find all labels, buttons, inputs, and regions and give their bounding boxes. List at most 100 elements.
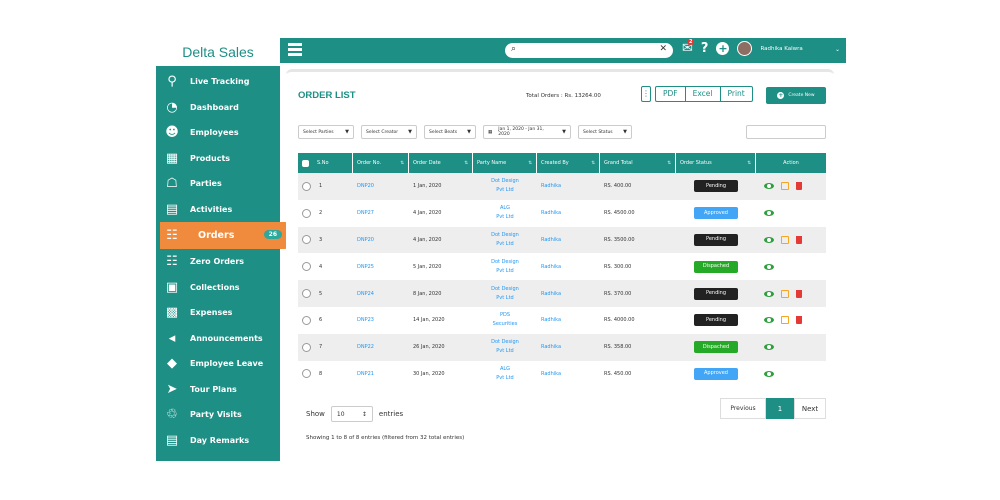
created-by-link[interactable]: Radhika bbox=[537, 253, 600, 280]
sidebar-item-dashboard[interactable]: ◔ Dashboard bbox=[156, 95, 280, 121]
created-by-link[interactable]: Radhika bbox=[537, 227, 600, 254]
sidebar-item-employee-leave[interactable]: ◆ Employee Leave bbox=[156, 351, 280, 377]
add-icon[interactable]: + bbox=[716, 42, 730, 55]
sidebar-item-tour-plans[interactable]: ➤ Tour Plans bbox=[156, 377, 280, 403]
sidebar-item-collections[interactable]: ▣ Collections bbox=[156, 275, 280, 301]
sort-icon[interactable]: ⇅ bbox=[747, 161, 751, 166]
party-name-link[interactable]: Dot Design Pvt Ltd bbox=[473, 253, 537, 280]
page-1-button[interactable]: 1 bbox=[766, 398, 794, 419]
status-select[interactable]: Select Status ▼ bbox=[578, 125, 632, 139]
user-name[interactable]: Radhika Kalwra bbox=[760, 46, 802, 52]
sidebar-item-party-visits[interactable]: ♲ Party Visits bbox=[156, 402, 280, 428]
column-header[interactable]: S.No bbox=[298, 153, 353, 173]
edit-icon[interactable] bbox=[781, 235, 789, 244]
row-select-radio[interactable] bbox=[302, 315, 311, 325]
help-icon[interactable]: ? bbox=[701, 41, 709, 56]
page-size-select[interactable]: 10 ↕ bbox=[330, 406, 373, 422]
status-badge[interactable]: Pending bbox=[694, 233, 738, 246]
view-icon[interactable] bbox=[764, 210, 774, 217]
search-input[interactable]: ⌕ ✕ bbox=[505, 43, 673, 58]
order-no-link[interactable]: DNP20 bbox=[353, 173, 409, 200]
excel-button[interactable]: Excel bbox=[685, 86, 721, 102]
sort-icon[interactable]: ⇅ bbox=[667, 161, 671, 166]
order-no-link[interactable]: DNP25 bbox=[353, 253, 409, 280]
sort-icon[interactable]: ⇅ bbox=[591, 161, 595, 166]
parties-select[interactable]: Select Parties ▼ bbox=[298, 125, 354, 139]
order-no-link[interactable]: DNP20 bbox=[353, 227, 409, 254]
sort-icon[interactable]: ⇅ bbox=[400, 161, 404, 166]
column-header[interactable]: Party Name ⇅ bbox=[473, 153, 537, 173]
view-icon[interactable] bbox=[764, 317, 774, 324]
party-name-link[interactable]: ALG Pvt Ltd bbox=[473, 200, 537, 227]
created-by-link[interactable]: Radhika bbox=[537, 334, 600, 361]
create-new-button[interactable]: + Create New bbox=[766, 87, 826, 104]
sort-icon[interactable]: ⇅ bbox=[528, 161, 532, 166]
column-header[interactable]: Created By ⇅ bbox=[537, 153, 600, 173]
chevron-down-icon[interactable]: ⌄ bbox=[835, 46, 840, 53]
view-icon[interactable] bbox=[764, 183, 774, 190]
edit-icon[interactable] bbox=[781, 316, 789, 325]
delete-icon[interactable] bbox=[796, 182, 802, 191]
sidebar-item-orders[interactable]: ☷ Orders 26 bbox=[160, 222, 288, 249]
status-badge[interactable]: Dispached bbox=[694, 341, 738, 354]
notification-icon[interactable]: ✉ 2 bbox=[682, 39, 695, 56]
delete-icon[interactable] bbox=[796, 235, 802, 244]
avatar[interactable] bbox=[737, 41, 753, 56]
created-by-link[interactable]: Radhika bbox=[537, 361, 600, 388]
row-select-radio[interactable] bbox=[302, 289, 311, 299]
menu-icon[interactable] bbox=[288, 43, 302, 56]
column-header[interactable]: Action bbox=[756, 153, 826, 173]
sidebar-item-activities[interactable]: ▤ Activities bbox=[156, 197, 280, 223]
sidebar-item-live-tracking[interactable]: ⚲ Live Tracking bbox=[156, 69, 280, 95]
sidebar-item-day-remarks[interactable]: ▤ Day Remarks bbox=[156, 428, 280, 454]
created-by-link[interactable]: Radhika bbox=[537, 173, 600, 200]
creator-select[interactable]: Select Creator ▼ bbox=[361, 125, 417, 139]
edit-icon[interactable] bbox=[781, 182, 789, 191]
created-by-link[interactable]: Radhika bbox=[537, 200, 600, 227]
party-name-link[interactable]: Dot Design Pvt Ltd bbox=[473, 280, 537, 307]
column-header[interactable]: Order Status ⇅ bbox=[676, 153, 756, 173]
status-badge[interactable]: Pending bbox=[694, 180, 738, 193]
pdf-button[interactable]: PDF bbox=[655, 86, 686, 102]
sidebar-item-employees[interactable]: ☻ Employees bbox=[156, 120, 280, 146]
date-range-select[interactable]: ▦ Jan 1, 2020 - Jan 31, 2020 ▼ bbox=[483, 125, 571, 139]
view-icon[interactable] bbox=[764, 236, 774, 243]
order-no-link[interactable]: DNP23 bbox=[353, 307, 409, 334]
sidebar-item-zero-orders[interactable]: ☷ Zero Orders bbox=[156, 249, 280, 275]
sidebar-item-products[interactable]: ▦ Products bbox=[156, 146, 280, 172]
column-header[interactable]: Grand Total ⇅ bbox=[600, 153, 676, 173]
party-name-link[interactable]: Dot Design Pvt Ltd bbox=[473, 227, 537, 254]
party-name-link[interactable]: PDS Securities bbox=[473, 307, 537, 334]
edit-icon[interactable] bbox=[781, 289, 789, 298]
order-no-link[interactable]: DNP22 bbox=[353, 334, 409, 361]
previous-page-button[interactable]: Previous bbox=[720, 398, 766, 419]
row-select-radio[interactable] bbox=[302, 262, 311, 272]
row-select-radio[interactable] bbox=[302, 342, 311, 352]
sidebar-item-announcements[interactable]: ◂ Announcements bbox=[156, 326, 280, 352]
view-icon[interactable] bbox=[764, 344, 774, 351]
view-icon[interactable] bbox=[764, 290, 774, 297]
next-page-button[interactable]: Next bbox=[794, 398, 826, 419]
print-button[interactable]: Print bbox=[720, 86, 753, 102]
row-select-radio[interactable] bbox=[302, 208, 311, 218]
delete-icon[interactable] bbox=[796, 316, 802, 325]
party-name-link[interactable]: Dot Design Pvt Ltd bbox=[473, 173, 537, 200]
clear-search-icon[interactable]: ✕ bbox=[659, 44, 667, 54]
table-search-input[interactable] bbox=[746, 125, 826, 139]
created-by-link[interactable]: Radhika bbox=[537, 307, 600, 334]
sidebar-item-parties[interactable]: ☖ Parties bbox=[156, 171, 280, 197]
order-no-link[interactable]: DNP24 bbox=[353, 280, 409, 307]
column-header[interactable]: Order No. ⇅ bbox=[353, 153, 409, 173]
row-select-radio[interactable] bbox=[302, 181, 311, 191]
created-by-link[interactable]: Radhika bbox=[537, 280, 600, 307]
status-badge[interactable]: Approved bbox=[694, 207, 738, 220]
sort-icon[interactable]: ⇅ bbox=[464, 161, 468, 166]
party-name-link[interactable]: Dot Design Pvt Ltd bbox=[473, 334, 537, 361]
order-no-link[interactable]: DNP27 bbox=[353, 200, 409, 227]
view-icon[interactable] bbox=[764, 263, 774, 270]
status-badge[interactable]: Pending bbox=[694, 314, 738, 327]
row-select-radio[interactable] bbox=[302, 369, 311, 379]
party-name-link[interactable]: ALG Pvt Ltd bbox=[473, 361, 537, 388]
status-badge[interactable]: Approved bbox=[694, 367, 738, 380]
delete-icon[interactable] bbox=[796, 289, 802, 298]
